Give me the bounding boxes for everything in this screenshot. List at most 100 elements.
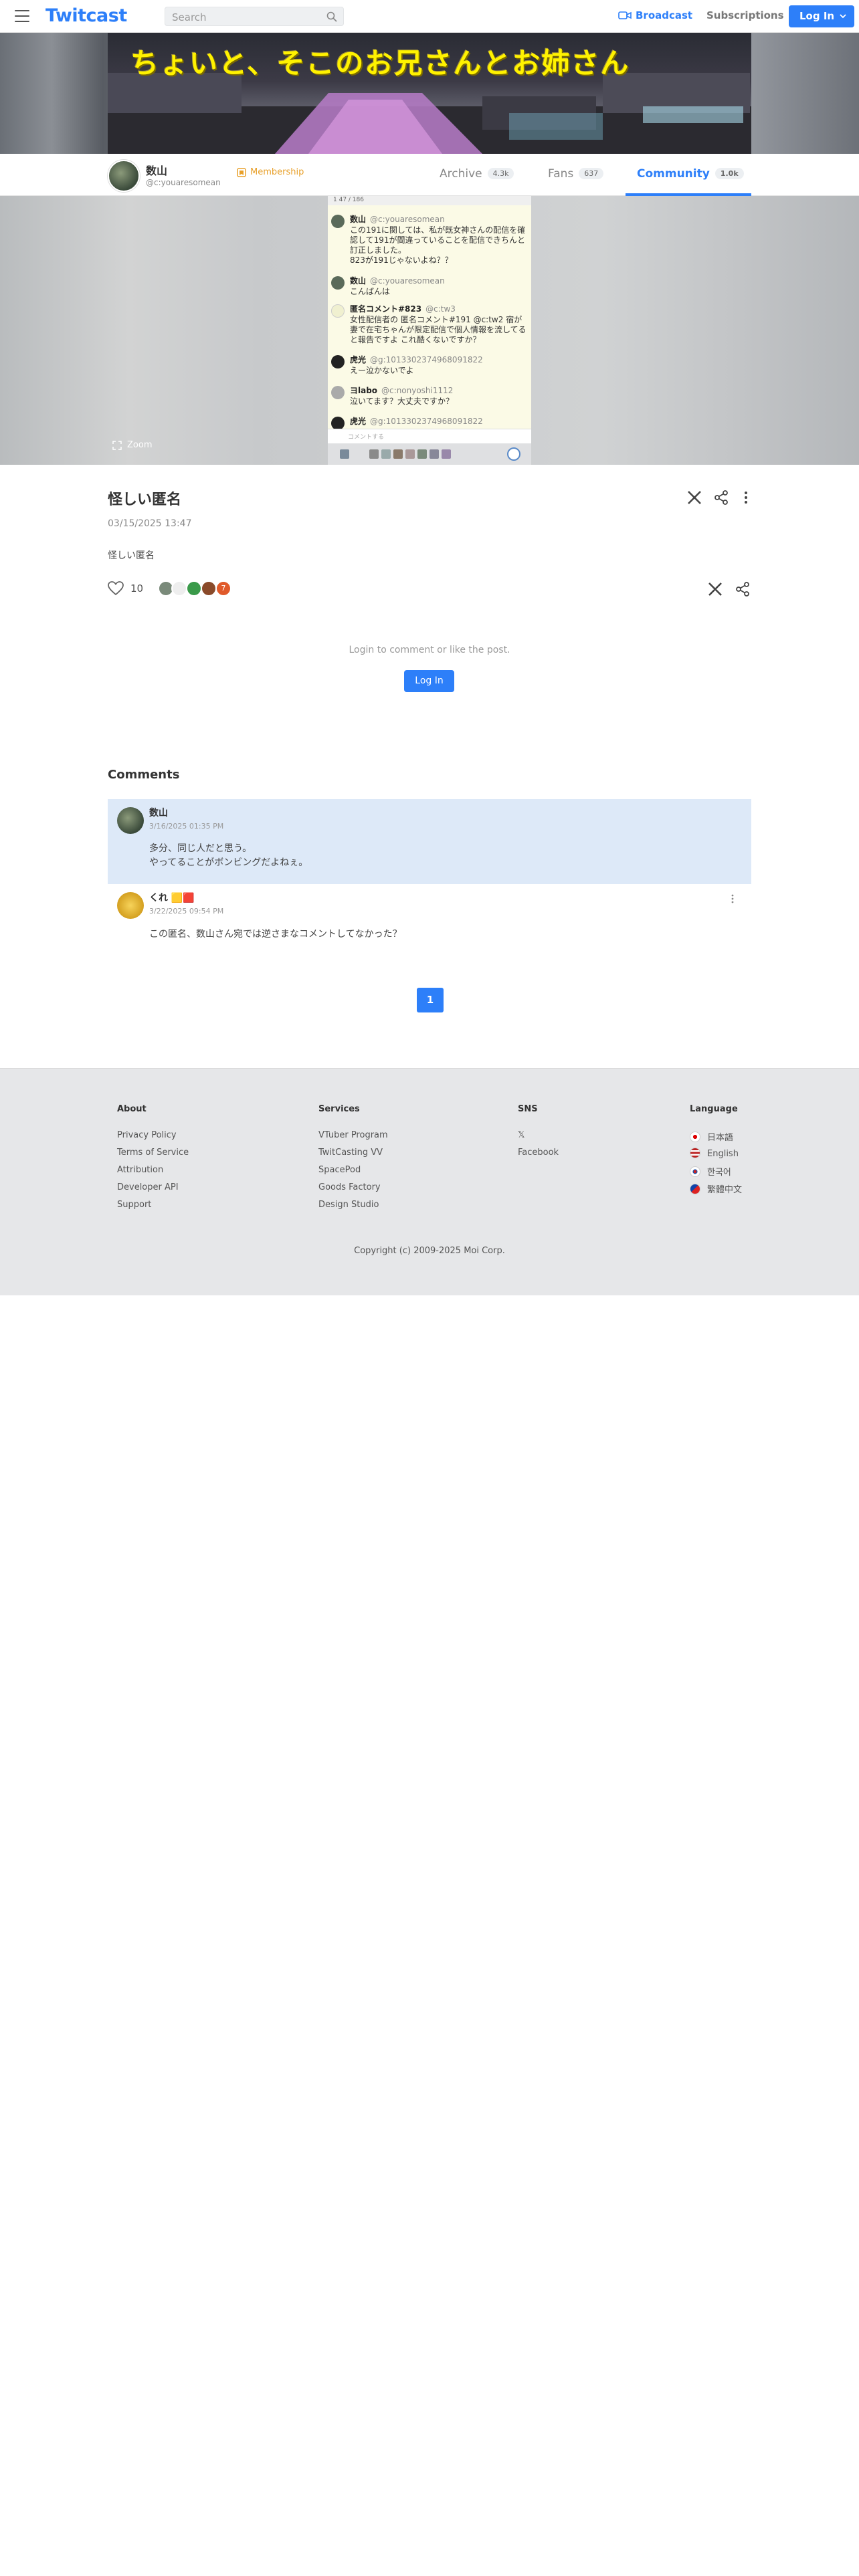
comment-date: 3/16/2025 01:35 PM bbox=[149, 822, 224, 831]
comment-author: ヨlabo @c:nonyoshi1112 bbox=[350, 386, 454, 395]
tab-count: 4.3k bbox=[487, 168, 514, 179]
post-body: 怪しい匿名 bbox=[108, 550, 155, 561]
tab-archive[interactable]: Archive 4.3k bbox=[440, 167, 514, 181]
footer-link-facebook[interactable]: Facebook bbox=[518, 1148, 559, 1158]
comment-text: こんばんは bbox=[350, 287, 391, 296]
liker-avatar[interactable] bbox=[201, 580, 217, 597]
footer-link[interactable]: Terms of Service bbox=[117, 1148, 189, 1158]
copyright: Copyright (c) 2009-2025 Moi Corp. bbox=[354, 1246, 505, 1256]
footer: About Privacy Policy Terms of Service At… bbox=[0, 1068, 859, 1295]
subscriptions-link[interactable]: Subscriptions bbox=[706, 9, 784, 21]
heart-icon bbox=[108, 581, 124, 596]
footer-link[interactable]: TwitCasting VV bbox=[318, 1148, 388, 1158]
membership-link[interactable]: Membership bbox=[237, 167, 304, 177]
tab-fans[interactable]: Fans 637 bbox=[548, 167, 604, 181]
comment-author: 虎光 @g:1013302374968091822 bbox=[350, 417, 483, 426]
comment-item: くれ 🟨🟥 3/22/2025 09:54 PM この匿名、数山さん宛では逆さま… bbox=[108, 884, 751, 951]
avatar[interactable] bbox=[108, 160, 140, 192]
liker-more-count[interactable]: 7 bbox=[215, 580, 231, 597]
language-option-zh[interactable]: 繁體中文 bbox=[690, 1182, 742, 1195]
chevron-down-icon bbox=[840, 14, 846, 19]
comment-text: この匿名、数山さん宛では逆さまなコメントしてなかった？ bbox=[149, 929, 402, 940]
more-options-icon[interactable] bbox=[727, 893, 738, 904]
pagination-page[interactable]: 1 bbox=[417, 988, 444, 1012]
login-label: Log In bbox=[799, 10, 835, 22]
comment-item: 数山 3/16/2025 01:35 PM 多分、同じ人だと思う。 やってること… bbox=[108, 799, 751, 884]
profile-name[interactable]: 数山 bbox=[146, 162, 167, 178]
list-item: 虎光 @g:1013302374968091822 bbox=[331, 415, 528, 430]
footer-link[interactable]: Support bbox=[117, 1200, 189, 1210]
post-title: 怪しい匿名 bbox=[108, 492, 182, 508]
footer-about: About Privacy Policy Terms of Service At… bbox=[117, 1104, 189, 1217]
x-share-icon[interactable] bbox=[686, 490, 702, 506]
search-icon[interactable] bbox=[326, 11, 337, 22]
comments-heading: Comments bbox=[108, 768, 180, 782]
comment-author: 数山 @c:youaresomean bbox=[350, 276, 445, 286]
post-date: 03/15/2025 13:47 bbox=[108, 518, 192, 529]
footer-link[interactable]: SpacePod bbox=[318, 1165, 388, 1175]
language-option-ja[interactable]: 日本語 bbox=[690, 1130, 742, 1143]
footer-link[interactable]: Attribution bbox=[117, 1165, 189, 1175]
comment-text: えー泣かないでよ bbox=[350, 366, 414, 375]
tab-label: Community bbox=[637, 167, 710, 181]
share-icon[interactable] bbox=[713, 490, 729, 506]
footer-link[interactable]: VTuber Program bbox=[318, 1130, 388, 1140]
list-item: ヨlabo @c:nonyoshi1112 泣いてます？大丈夫ですか？ bbox=[331, 385, 528, 409]
comment-text: 泣いてます？大丈夫ですか？ bbox=[350, 397, 454, 406]
share-icon[interactable] bbox=[735, 581, 751, 597]
footer-language: Language 日本語 English 한국어 繁體中文 bbox=[690, 1104, 742, 1200]
footer-link[interactable]: Design Studio bbox=[318, 1200, 388, 1210]
tab-label: Archive bbox=[440, 167, 482, 181]
avatar bbox=[331, 304, 345, 318]
search-placeholder: Search bbox=[172, 11, 207, 23]
avatar bbox=[331, 215, 345, 228]
comment-text: 女性配信者の 匿名コメント#191 @c:tw2 宿が妻で在宅ちゃんが限定配信で… bbox=[350, 315, 527, 344]
profile-id: @c:youaresomean bbox=[146, 178, 221, 187]
avatar[interactable] bbox=[117, 892, 144, 919]
footer-link[interactable]: Privacy Policy bbox=[117, 1130, 189, 1140]
taiwan-flag-icon bbox=[690, 1184, 700, 1194]
tab-count: 637 bbox=[579, 168, 604, 179]
site-logo[interactable]: Twitcast bbox=[45, 5, 127, 26]
comment-author[interactable]: 数山 bbox=[149, 806, 168, 819]
comment-text: この191に関しては、私が既女神さんの配信を確認して191が間違っていることを配… bbox=[350, 225, 526, 265]
footer-link[interactable]: Goods Factory bbox=[318, 1182, 388, 1192]
x-share-icon[interactable] bbox=[707, 581, 723, 597]
avatar bbox=[331, 386, 345, 399]
post-image-viewer[interactable]: 1 47 / 186 数山 @c:youaresomean この191に関しては、… bbox=[0, 196, 859, 465]
login-button[interactable]: Log In bbox=[789, 5, 854, 27]
profile-bar: 数山 @c:youaresomean Membership Archive 4.3… bbox=[0, 154, 859, 196]
tab-label: Fans bbox=[548, 167, 574, 181]
comment-text: 多分、同じ人だと思う。 やってることがボンビングだよねぇ。 bbox=[149, 843, 308, 868]
footer-heading: Language bbox=[690, 1104, 738, 1114]
comment-author[interactable]: くれ 🟨🟥 bbox=[149, 891, 195, 904]
tab-community[interactable]: Community 1.0k bbox=[637, 167, 744, 181]
zoom-button[interactable]: Zoom bbox=[112, 440, 152, 450]
screenshot-status: 1 47 / 186 bbox=[328, 196, 531, 205]
footer-heading: SNS bbox=[518, 1104, 538, 1114]
language-option-ko[interactable]: 한국어 bbox=[690, 1165, 742, 1178]
comment-date: 3/22/2025 09:54 PM bbox=[149, 907, 224, 916]
footer-heading: Services bbox=[318, 1104, 360, 1114]
zoom-label: Zoom bbox=[127, 440, 153, 450]
liker-avatar[interactable] bbox=[186, 580, 202, 597]
footer-link[interactable]: Developer API bbox=[117, 1182, 189, 1192]
comment-author: 匿名コメント#823 @c:tw3 bbox=[350, 304, 456, 314]
menu-icon[interactable] bbox=[15, 10, 29, 22]
footer-link-x[interactable]: 𝕏 bbox=[518, 1130, 559, 1140]
expand-icon bbox=[112, 441, 122, 450]
more-options-icon[interactable] bbox=[738, 490, 754, 506]
video-camera-icon bbox=[618, 11, 632, 19]
list-item: 匿名コメント#823 @c:tw3 女性配信者の 匿名コメント#191 @c:tw… bbox=[331, 303, 528, 347]
search-input[interactable]: Search bbox=[165, 7, 344, 26]
channel-banner: ちょいと、そこのお兄さんとお姉さん bbox=[108, 33, 751, 154]
liker-avatar[interactable] bbox=[171, 580, 187, 597]
login-button[interactable]: Log In bbox=[404, 670, 454, 692]
membership-label: Membership bbox=[250, 167, 304, 177]
avatar bbox=[331, 276, 345, 290]
footer-sns: SNS 𝕏 Facebook bbox=[518, 1104, 559, 1165]
broadcast-link[interactable]: Broadcast bbox=[618, 9, 692, 21]
screenshot-toolbar bbox=[328, 443, 531, 465]
avatar[interactable] bbox=[117, 807, 144, 834]
language-option-en[interactable]: English bbox=[690, 1148, 742, 1159]
